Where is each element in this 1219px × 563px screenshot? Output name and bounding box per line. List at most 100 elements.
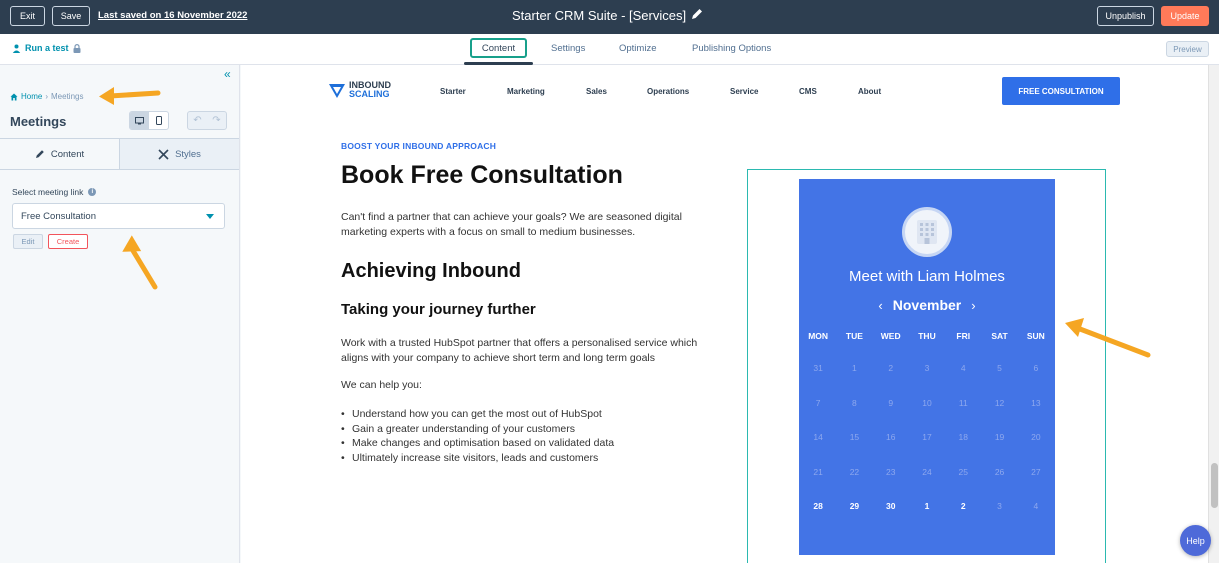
sidebar-tab-styles[interactable]: Styles <box>119 139 239 169</box>
calendar-day-unavailable: 2 <box>888 363 894 373</box>
scrollbar-thumb[interactable] <box>1211 463 1218 508</box>
sidebar-tabs: Content Styles <box>0 138 239 170</box>
preview-button[interactable]: Preview <box>1166 41 1209 57</box>
nav-item-sales[interactable]: Sales <box>586 87 607 96</box>
styles-brush-icon <box>158 148 169 160</box>
calendar-day-available[interactable]: 2 <box>945 501 981 536</box>
sidebar-tab-content-label: Content <box>50 148 85 160</box>
calendar-day-available[interactable]: 29 <box>836 501 872 536</box>
sidebar-tab-content[interactable]: Content <box>0 139 119 169</box>
calendar-day-unavailable: 21 <box>813 466 823 477</box>
meeting-link-value: Free Consultation <box>21 210 96 222</box>
calendar-day-unavailable: 16 <box>885 432 896 442</box>
calendar-grid: 31 1 2 3 4 5 6 7 8 9 10 11 12 13 14 15 16 17 18 19 20 21 22 23 2… <box>799 363 1055 536</box>
calendar-day-unavailable: 8 <box>852 397 857 408</box>
calendar-day-unavailable: 20 <box>1031 432 1041 442</box>
calendar-day-available[interactable]: 30 <box>873 501 909 536</box>
meeting-link-select[interactable]: Free Consultation <box>12 203 225 229</box>
calendar-day-unavailable: 6 <box>1033 363 1039 373</box>
calendar-day-unavailable: 12 <box>994 397 1005 408</box>
main-heading: Book Free Consultation <box>341 161 623 189</box>
page-title: Starter CRM Suite - [Services] <box>512 8 687 23</box>
calendar-day-unavailable: 10 <box>922 397 932 408</box>
calendar-week-row: 14 15 16 17 18 19 20 <box>800 432 1054 467</box>
building-icon <box>917 220 937 244</box>
list-item: Gain a greater understanding of your cus… <box>341 422 614 437</box>
pencil-icon[interactable] <box>690 7 704 21</box>
nav-item-cms[interactable]: CMS <box>799 87 817 96</box>
help-button[interactable]: Help <box>1180 525 1211 556</box>
exit-button[interactable]: Exit <box>10 6 45 26</box>
editor-subbar: Run a test Content Settings Optimize Pub… <box>0 34 1219 65</box>
calendar-day-available[interactable]: 1 <box>909 501 945 536</box>
last-saved-link[interactable]: Last saved on 16 November 2022 <box>98 10 247 21</box>
breadcrumb-home[interactable]: Home <box>21 92 42 101</box>
unpublish-button[interactable]: Unpublish <box>1097 6 1154 26</box>
undo-redo-group: ↶ ↷ <box>187 111 227 130</box>
calendar-day-available[interactable]: 28 <box>800 501 836 536</box>
weekday-label: WED <box>880 331 901 341</box>
device-toggle <box>129 111 169 130</box>
tab-content[interactable]: Content <box>470 38 527 58</box>
site-logo[interactable]: INBOUND SCALING <box>328 81 391 99</box>
calendar-day-unavailable: 25 <box>958 466 968 477</box>
redo-icon[interactable]: ↷ <box>207 112 226 129</box>
nav-item-operations[interactable]: Operations <box>647 87 689 96</box>
calendar-day-unavailable: 9 <box>888 397 894 408</box>
calendar-day-unavailable: 5 <box>997 363 1002 373</box>
info-icon[interactable]: i <box>88 188 97 196</box>
list-item: Ultimately increase site visitors, leads… <box>341 451 614 466</box>
month-navigation: ‹ November › <box>799 297 1055 313</box>
undo-icon[interactable]: ↶ <box>188 112 207 129</box>
calendar-day-unavailable: 18 <box>958 432 968 442</box>
section-heading: Achieving Inbound <box>341 260 521 282</box>
section-subheading: Taking your journey further <box>341 301 536 318</box>
calendar-day-unavailable: 7 <box>815 397 821 408</box>
page-canvas: INBOUND SCALING Starter Marketing Sales … <box>241 65 1208 563</box>
weekday-label: SAT <box>991 331 1008 341</box>
calendar-day-unavailable: 22 <box>849 466 860 477</box>
chevron-right-icon[interactable]: › <box>971 298 975 313</box>
avatar <box>902 207 952 257</box>
nav-item-marketing[interactable]: Marketing <box>507 87 545 96</box>
calendar-day-unavailable: 13 <box>1031 397 1041 408</box>
calendar-day-unavailable: 3 <box>924 363 930 373</box>
chevron-left-icon[interactable]: ‹ <box>878 298 882 313</box>
weekday-label: SUN <box>1026 331 1045 341</box>
chevron-down-icon <box>206 214 214 219</box>
tab-optimize[interactable]: Optimize <box>619 43 656 54</box>
save-button[interactable]: Save <box>52 6 90 26</box>
breadcrumb-separator: › <box>45 92 49 101</box>
weekday-label: MON <box>808 331 829 341</box>
calendar-day-unavailable: 14 <box>813 432 823 442</box>
weekday-label: FRI <box>956 331 971 341</box>
calendar-day-unavailable: 4 <box>1033 501 1039 511</box>
home-icon[interactable] <box>10 93 18 101</box>
tab-publishing-options[interactable]: Publishing Options <box>692 43 771 54</box>
nav-item-service[interactable]: Service <box>730 87 758 96</box>
editor-topbar: Exit Save Last saved on 16 November 2022… <box>0 0 1219 34</box>
calendar-day-unavailable: 17 <box>922 432 932 442</box>
site-header: INBOUND SCALING Starter Marketing Sales … <box>241 65 1208 117</box>
meetings-module-frame[interactable]: Meet with Liam Holmes ‹ November › MON TU… <box>747 169 1106 563</box>
logo-line-2: SCALING <box>349 89 390 99</box>
weekday-header: MON TUE WED THU FRI SAT SUN <box>799 331 1055 341</box>
create-meeting-button[interactable]: Create <box>48 234 88 249</box>
edit-meeting-button[interactable]: Edit <box>13 234 43 249</box>
pencil-icon <box>35 150 44 158</box>
collapse-sidebar-icon[interactable]: « <box>224 67 231 81</box>
lock-icon <box>73 43 81 53</box>
calendar-day-unavailable: 19 <box>994 432 1005 442</box>
nav-item-about[interactable]: About <box>858 87 881 96</box>
benefit-list: Understand how you can get the most out … <box>341 407 614 465</box>
nav-item-starter[interactable]: Starter <box>440 87 466 96</box>
tab-settings[interactable]: Settings <box>551 43 585 54</box>
canvas-scrollbar[interactable] <box>1208 65 1219 563</box>
mobile-view-icon[interactable] <box>149 112 168 129</box>
free-consultation-button[interactable]: FREE CONSULTATION <box>1002 77 1120 105</box>
calendar-day-unavailable: 11 <box>958 397 968 408</box>
update-button[interactable]: Update <box>1161 6 1209 26</box>
calendar-day-unavailable: 26 <box>994 466 1005 477</box>
desktop-view-icon[interactable] <box>130 112 149 129</box>
run-test-link[interactable]: Run a test <box>12 43 81 53</box>
